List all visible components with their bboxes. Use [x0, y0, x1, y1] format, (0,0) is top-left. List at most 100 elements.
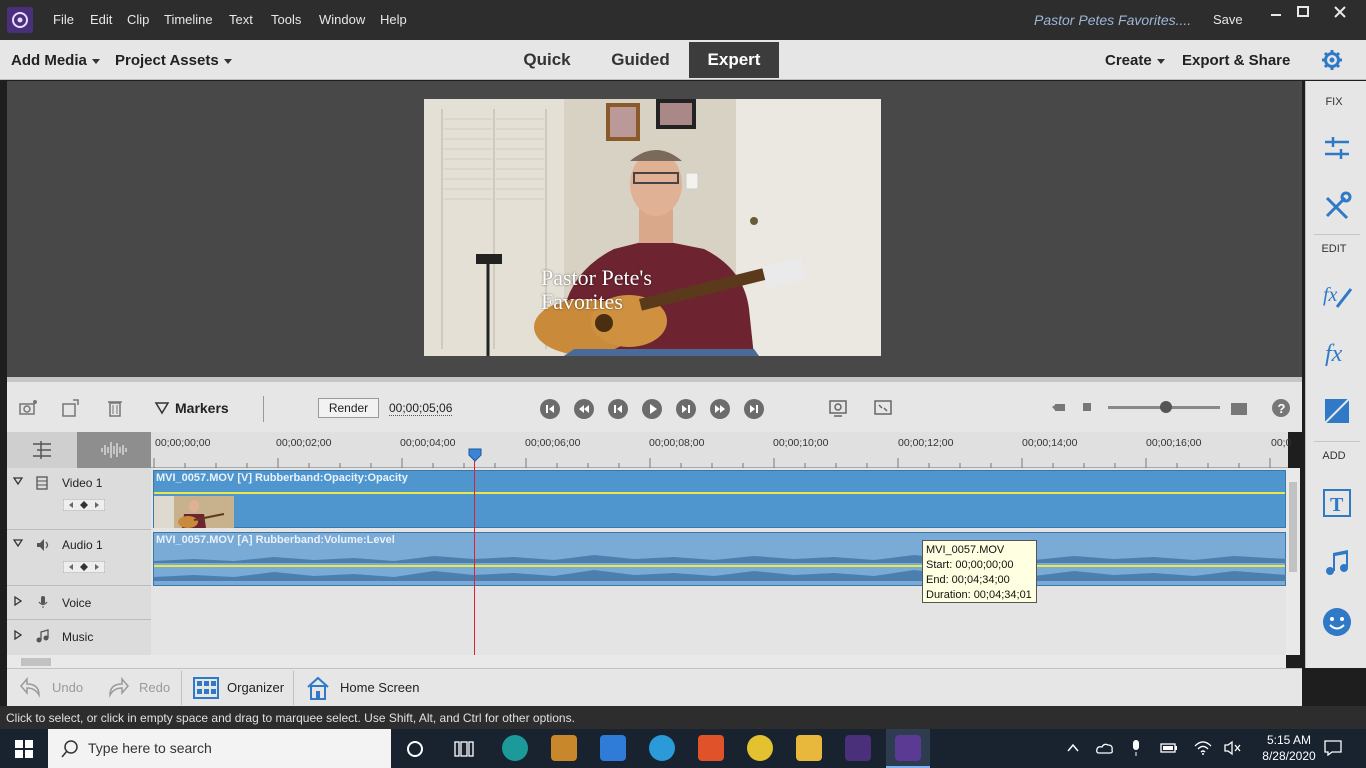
- applied-effects-icon[interactable]: fx: [1321, 279, 1353, 311]
- collapse-triangle-icon[interactable]: [13, 477, 23, 485]
- status-bar: Click to select, or click in empty space…: [0, 706, 1366, 729]
- rotate-icon[interactable]: [61, 398, 81, 418]
- maximize-icon[interactable]: [1289, 4, 1317, 20]
- undo-icon[interactable]: [19, 677, 43, 699]
- graphics-smiley-icon[interactable]: [1321, 606, 1353, 638]
- home-icon[interactable]: [306, 675, 330, 701]
- fullscreen-icon[interactable]: [873, 398, 893, 418]
- audio-clip[interactable]: MVI_0057.MOV [A] Rubberband:Volume:Level: [153, 532, 1287, 586]
- opacity-rubberband[interactable]: [154, 492, 1285, 494]
- go-to-end-icon[interactable]: [744, 399, 764, 419]
- expand-triangle-icon[interactable]: [14, 596, 22, 606]
- sync-app-icon[interactable]: [649, 735, 675, 761]
- store-icon[interactable]: [551, 735, 577, 761]
- large-frame-icon[interactable]: [1229, 399, 1249, 419]
- timeline-view-icon[interactable]: [31, 440, 53, 460]
- export-share-button[interactable]: Export & Share: [1182, 52, 1290, 69]
- step-forward-icon[interactable]: [676, 399, 696, 419]
- windows-start-icon[interactable]: [14, 739, 34, 759]
- active-app-indicator[interactable]: [886, 729, 930, 768]
- battery-icon[interactable]: [1160, 742, 1178, 754]
- small-frame-icon[interactable]: [1081, 401, 1093, 413]
- menu-window[interactable]: Window: [319, 12, 365, 27]
- expand-triangle-icon[interactable]: [14, 630, 22, 640]
- undo-button[interactable]: Undo: [52, 680, 83, 695]
- help-icon[interactable]: ?: [1271, 398, 1291, 418]
- previous-edit-icon[interactable]: [574, 399, 594, 419]
- scrollbar-thumb[interactable]: [1289, 482, 1297, 572]
- marker-icon[interactable]: [152, 398, 172, 418]
- render-preview-icon[interactable]: [828, 398, 848, 418]
- volume-rubberband[interactable]: [154, 565, 1285, 567]
- tab-guided[interactable]: Guided: [604, 42, 677, 78]
- render-button[interactable]: Render: [318, 398, 379, 418]
- zoom-slider-handle[interactable]: [1160, 401, 1172, 413]
- horizontal-scrollbar[interactable]: [7, 655, 1286, 668]
- minimize-icon[interactable]: [1262, 4, 1290, 20]
- menu-timeline[interactable]: Timeline: [164, 12, 213, 27]
- add-media-menu[interactable]: Add Media: [11, 52, 100, 69]
- taskbar-search[interactable]: Type here to search: [48, 729, 391, 768]
- titles-text-icon[interactable]: T: [1321, 487, 1353, 519]
- current-timecode[interactable]: 00;00;05;06: [389, 401, 453, 416]
- music-note-icon[interactable]: [1321, 547, 1353, 579]
- office-icon[interactable]: [698, 735, 724, 761]
- edge-browser-icon[interactable]: [502, 735, 528, 761]
- timeline-ruler[interactable]: 00;00;00;00 00;00;02;00 00;00;04;00 00;0…: [151, 432, 1291, 468]
- taskbar-clock[interactable]: 5:15 AM 8/28/2020: [1259, 732, 1319, 764]
- task-view-icon[interactable]: [454, 740, 474, 758]
- keyframe-nav-icon[interactable]: [63, 499, 105, 511]
- playhead-handle[interactable]: [468, 448, 482, 462]
- notifications-icon[interactable]: [1324, 740, 1342, 756]
- video-preview[interactable]: Pastor Pete's Favorites: [424, 99, 881, 356]
- create-menu[interactable]: Create: [1105, 52, 1165, 69]
- menu-file[interactable]: File: [53, 12, 74, 27]
- tab-quick[interactable]: Quick: [515, 42, 579, 78]
- vertical-scrollbar[interactable]: [1286, 468, 1300, 655]
- wifi-icon[interactable]: [1194, 740, 1212, 756]
- gear-icon[interactable]: [1321, 49, 1343, 71]
- project-assets-menu[interactable]: Project Assets: [115, 52, 232, 69]
- organizer-button[interactable]: Organizer: [227, 680, 284, 695]
- menu-tools[interactable]: Tools: [271, 12, 301, 27]
- play-icon[interactable]: [642, 399, 662, 419]
- effects-icon[interactable]: fx: [1321, 337, 1353, 369]
- volume-muted-icon[interactable]: [1224, 740, 1242, 756]
- go-to-start-icon[interactable]: [540, 399, 560, 419]
- organizer-grid-icon[interactable]: [193, 677, 219, 699]
- video-clip[interactable]: MVI_0057.MOV [V] Rubberband:Opacity:Opac…: [153, 470, 1286, 528]
- onedrive-icon[interactable]: [1096, 741, 1114, 755]
- microphone-tray-icon[interactable]: [1130, 739, 1142, 757]
- redo-button[interactable]: Redo: [139, 680, 170, 695]
- markers-menu[interactable]: Markers: [175, 400, 229, 416]
- transitions-icon[interactable]: [1321, 395, 1353, 427]
- cortana-icon[interactable]: [406, 740, 424, 758]
- chrome-icon[interactable]: [747, 735, 773, 761]
- tools-icon[interactable]: [1321, 190, 1353, 222]
- camera-icon[interactable]: [18, 398, 38, 418]
- chevron-up-icon[interactable]: [1066, 742, 1080, 754]
- collapse-triangle-icon[interactable]: [13, 539, 23, 547]
- premiere-elements-taskbar-icon[interactable]: [845, 735, 871, 761]
- timeline-tracks[interactable]: MVI_0057.MOV [V] Rubberband:Opacity:Opac…: [151, 468, 1287, 655]
- tab-expert[interactable]: Expert: [689, 42, 779, 78]
- mail-icon[interactable]: [600, 735, 626, 761]
- save-button[interactable]: Save: [1213, 12, 1243, 27]
- next-edit-icon[interactable]: [710, 399, 730, 419]
- redo-icon[interactable]: [106, 677, 130, 699]
- file-explorer-icon[interactable]: [796, 735, 822, 761]
- adjust-sliders-icon[interactable]: [1321, 132, 1353, 164]
- menu-text[interactable]: Text: [229, 12, 253, 27]
- close-icon[interactable]: [1326, 4, 1354, 20]
- menu-help[interactable]: Help: [380, 12, 407, 27]
- menu-clip[interactable]: Clip: [127, 12, 149, 27]
- step-back-icon[interactable]: [608, 399, 628, 419]
- speaker-icon[interactable]: [35, 538, 51, 552]
- zoom-out-icon[interactable]: [1051, 400, 1069, 416]
- scrollbar-thumb[interactable]: [21, 658, 51, 666]
- menu-edit[interactable]: Edit: [90, 12, 112, 27]
- keyframe-nav-icon[interactable]: [63, 561, 105, 573]
- audio-view-toggle[interactable]: [77, 432, 151, 468]
- home-screen-button[interactable]: Home Screen: [340, 680, 419, 695]
- trash-icon[interactable]: [105, 398, 125, 418]
